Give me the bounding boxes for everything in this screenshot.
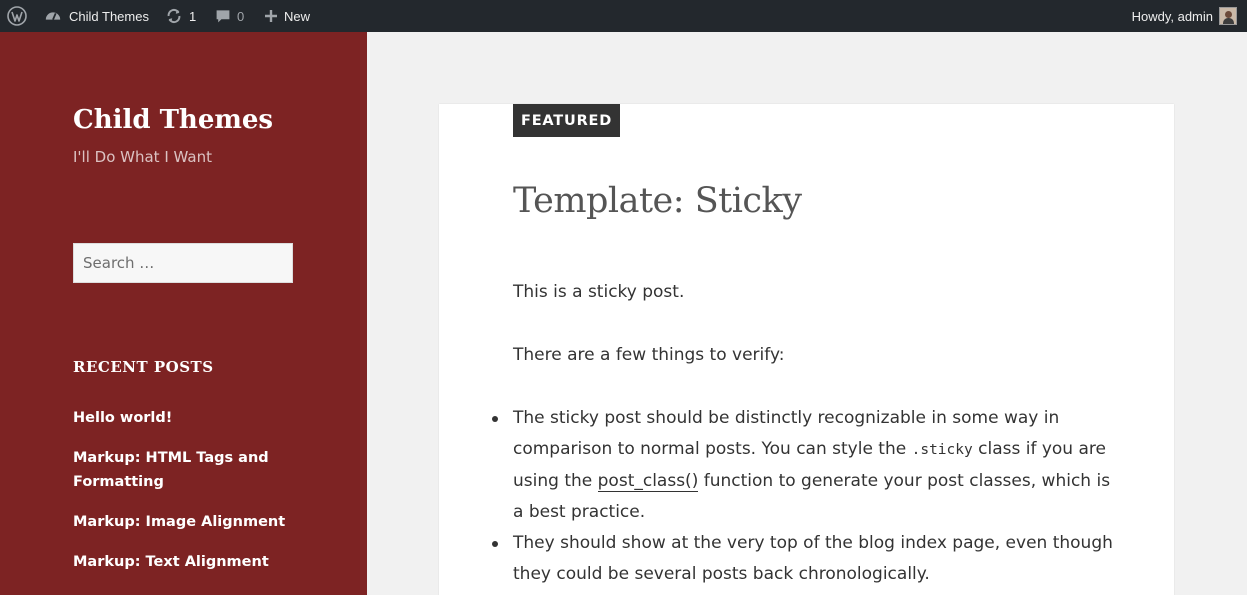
recent-posts-list: Hello world! Markup: HTML Tags and Forma… bbox=[73, 406, 303, 590]
recent-post-link[interactable]: Markup: Text Alignment bbox=[73, 550, 303, 574]
list-item: Markup: Text Alignment bbox=[73, 550, 303, 574]
comments-menu[interactable]: 0 bbox=[215, 0, 244, 32]
paragraph: There are a few things to verify: bbox=[513, 345, 785, 365]
recent-post-link[interactable]: Hello world! bbox=[73, 406, 303, 430]
list-item: Markup: HTML Tags and Formatting bbox=[73, 446, 303, 494]
post-class-link[interactable]: post_class() bbox=[597, 471, 699, 492]
recent-post-link[interactable]: Markup: Image Alignment bbox=[73, 510, 303, 534]
bullet-list: The sticky post should be distinctly rec… bbox=[492, 403, 1113, 590]
site-title[interactable]: Child Themes bbox=[73, 105, 273, 135]
admin-bar: Child Themes 1 0 New Howdy, admin bbox=[0, 0, 1247, 32]
new-content-menu[interactable]: New bbox=[264, 0, 310, 32]
wordpress-logo-icon[interactable] bbox=[7, 0, 27, 32]
paragraph: This is a sticky post. bbox=[513, 282, 685, 302]
post-article: FEATURED Template: Sticky This is a stic… bbox=[439, 104, 1174, 595]
comments-count: 0 bbox=[237, 8, 245, 24]
updates-count: 1 bbox=[189, 8, 197, 24]
post-content: This is a sticky post. There are a few t… bbox=[492, 277, 1113, 590]
avatar bbox=[1219, 7, 1237, 25]
new-label: New bbox=[284, 8, 311, 24]
recent-post-link[interactable]: Markup: HTML Tags and Formatting bbox=[73, 446, 303, 494]
plus-icon bbox=[265, 10, 277, 22]
list-item: They should show at the very top of the … bbox=[492, 528, 1113, 590]
recent-posts-title: RECENT POSTS bbox=[73, 358, 214, 376]
dashboard-icon bbox=[45, 12, 61, 20]
howdy-text: Howdy, admin bbox=[1131, 8, 1213, 24]
updates-menu[interactable]: 1 bbox=[165, 0, 196, 32]
featured-badge: FEATURED bbox=[513, 104, 621, 137]
sidebar: Child Themes I'll Do What I Want RECENT … bbox=[0, 32, 367, 595]
refresh-icon bbox=[167, 8, 181, 24]
my-account-menu[interactable]: Howdy, admin bbox=[1132, 0, 1237, 32]
site-description: I'll Do What I Want bbox=[73, 148, 212, 166]
list-item: Markup: Image Alignment bbox=[73, 510, 303, 534]
list-item: Hello world! bbox=[73, 406, 303, 430]
search-input[interactable] bbox=[73, 243, 293, 283]
post-title[interactable]: Template: Sticky bbox=[513, 181, 802, 221]
site-name: Child Themes bbox=[69, 8, 149, 24]
site-menu[interactable]: Child Themes bbox=[44, 0, 149, 32]
list-item: The sticky post should be distinctly rec… bbox=[492, 403, 1113, 528]
code-sticky: .sticky bbox=[911, 442, 973, 458]
comment-icon bbox=[216, 10, 230, 23]
